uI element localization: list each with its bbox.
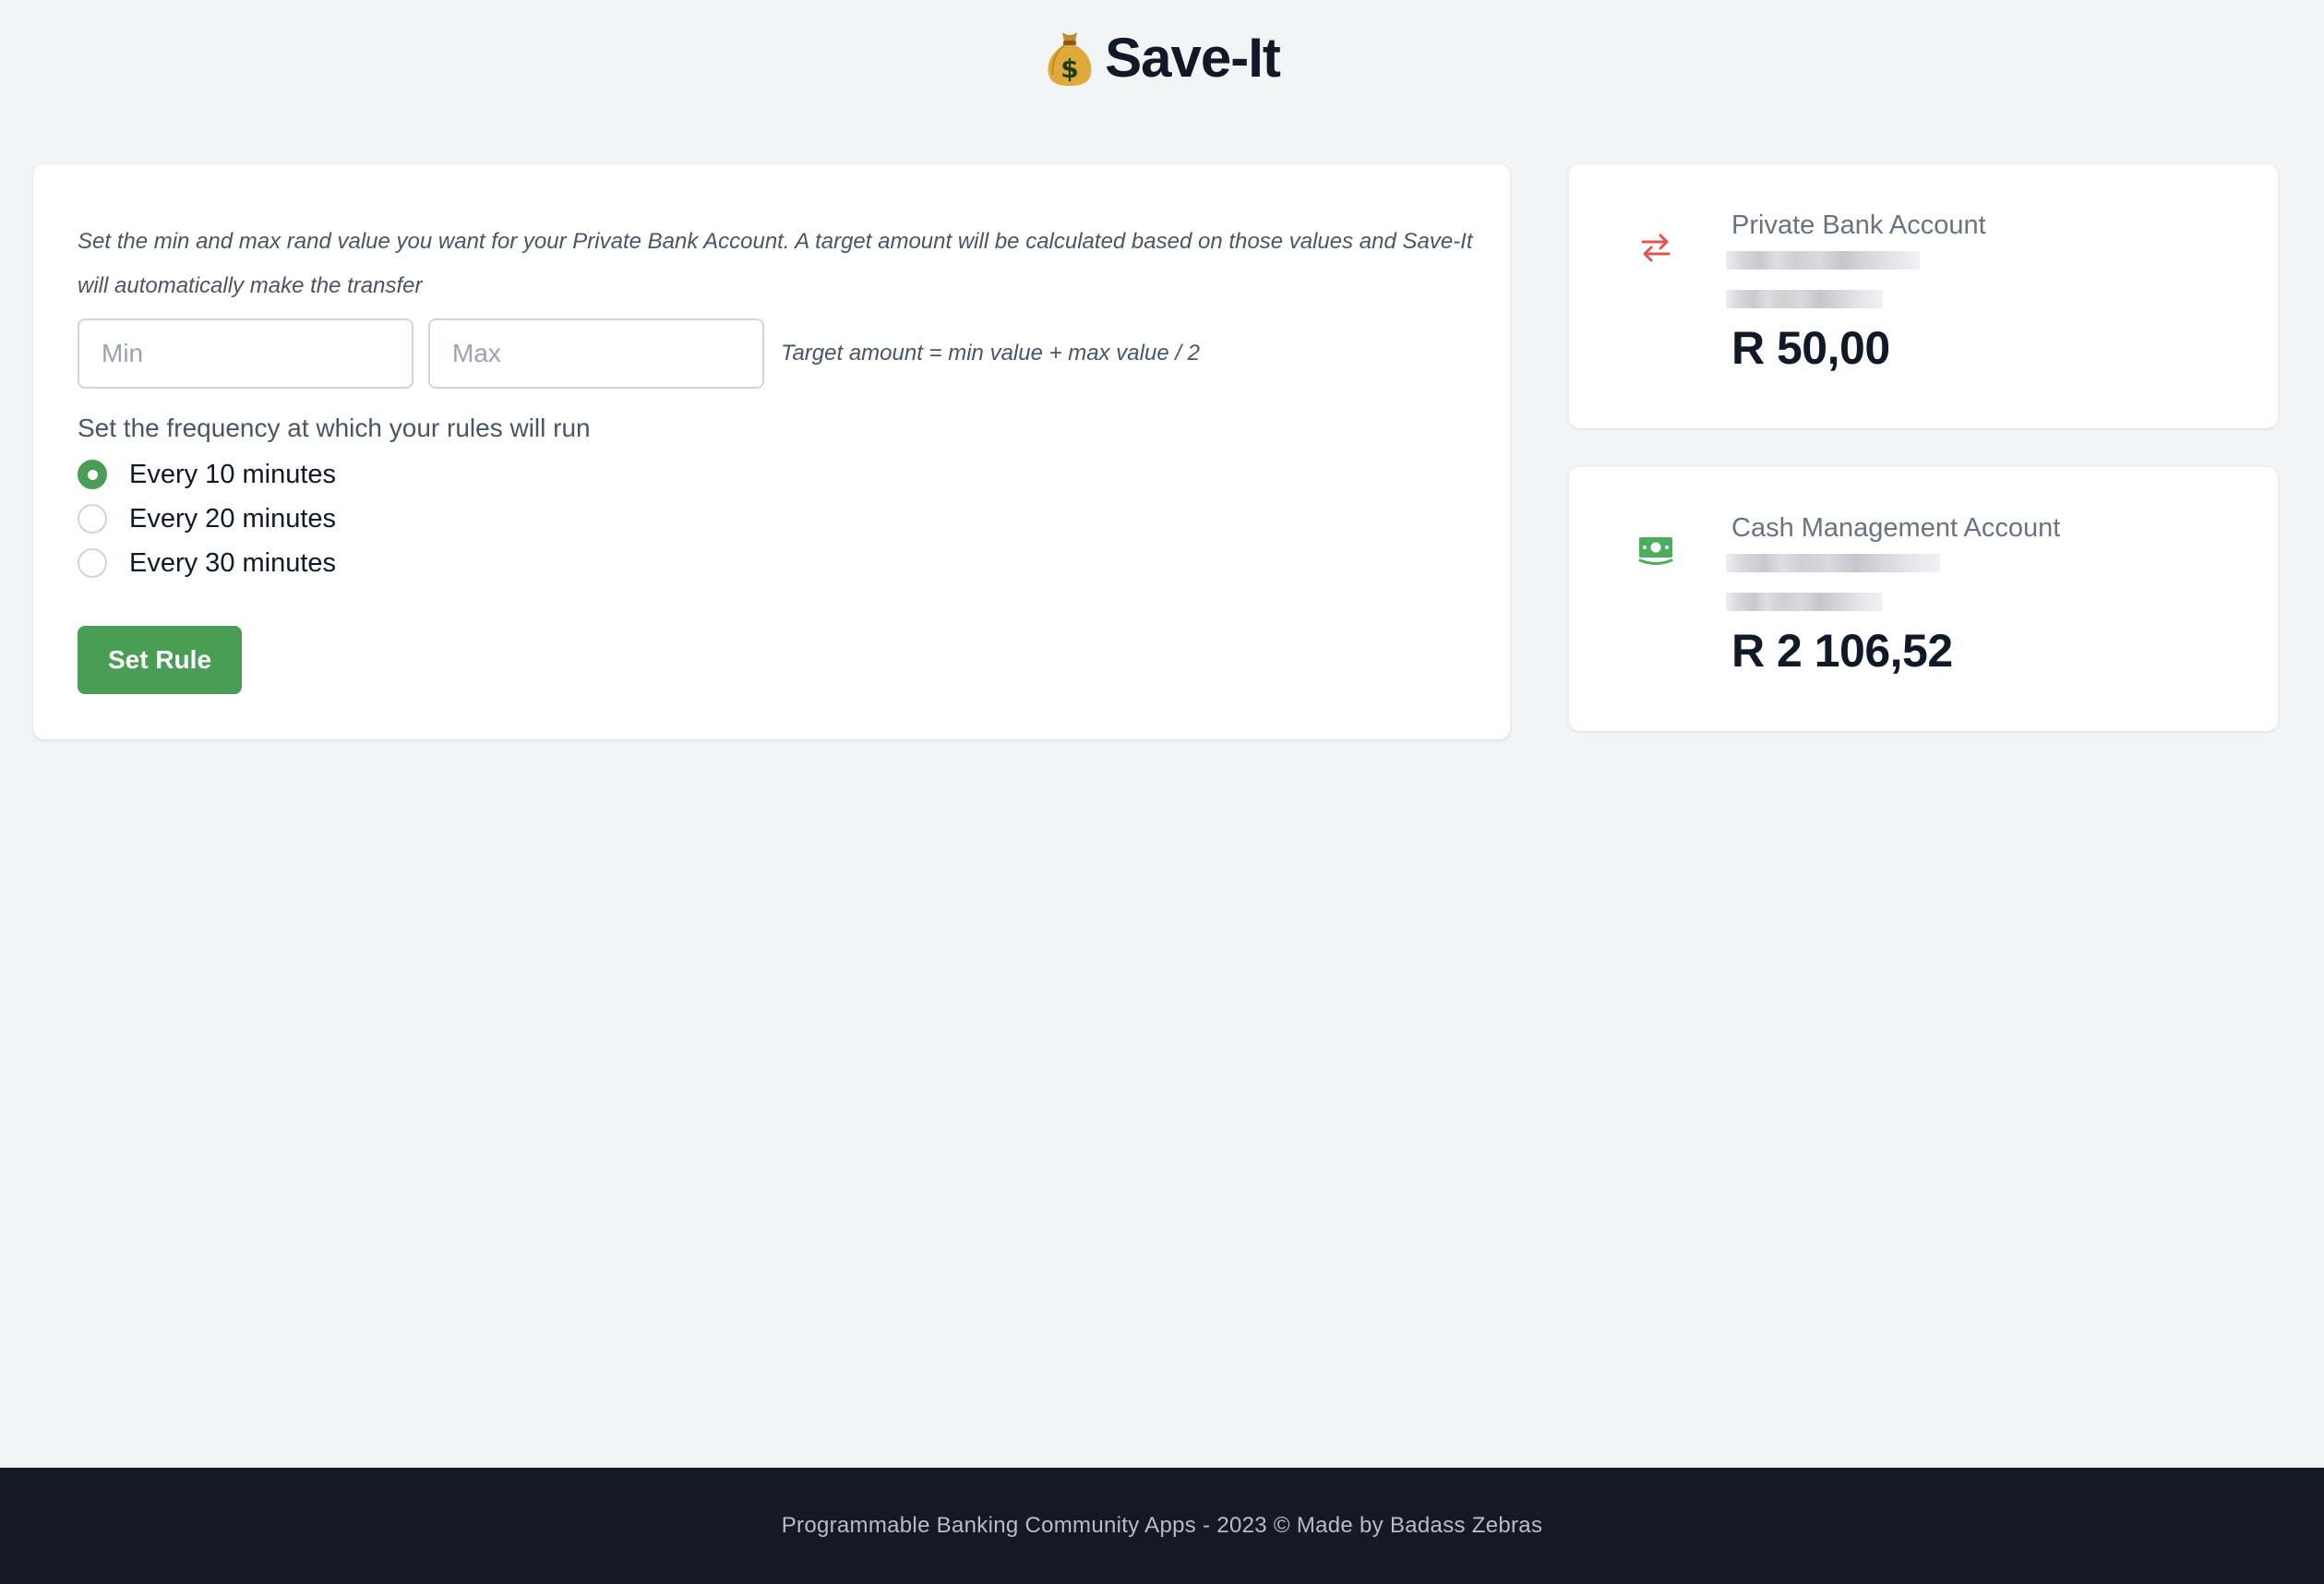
account-name: Private Bank Account: [1731, 210, 1986, 240]
frequency-option-20[interactable]: Every 20 minutes: [78, 497, 336, 541]
frequency-option-label: Every 20 minutes: [129, 503, 337, 534]
account-balance: R 50,00: [1731, 322, 1890, 374]
account-balance: R 2 106,52: [1731, 625, 1953, 677]
account-name: Cash Management Account: [1731, 513, 2061, 543]
frequency-label: Set the frequency at which your rules wi…: [78, 414, 591, 442]
redacted-account-detail: [1726, 251, 1920, 270]
transfer-arrows-icon: [1637, 229, 1674, 266]
redacted-account-number: [1726, 593, 1883, 611]
set-rule-button[interactable]: Set Rule: [78, 626, 242, 694]
rule-settings-card: Set the min and max rand value you want …: [33, 164, 1510, 739]
rule-description: Set the min and max rand value you want …: [78, 229, 1473, 298]
radio-button[interactable]: [78, 548, 107, 578]
app-title: Save-It: [1105, 26, 1281, 89]
banknote-icon: [1637, 532, 1674, 569]
page-footer: Programmable Banking Community Apps - 20…: [0, 1468, 2324, 1584]
frequency-option-label: Every 30 minutes: [129, 547, 337, 578]
frequency-option-10[interactable]: Every 10 minutes: [78, 452, 336, 497]
radio-button-checked[interactable]: [78, 460, 107, 489]
frequency-radio-group: Every 10 minutes Every 20 minutes Every …: [78, 452, 336, 585]
account-card-private-bank[interactable]: Private Bank Account R 50,00: [1569, 164, 2278, 428]
money-bag-icon: $: [1044, 27, 1096, 88]
frequency-option-label: Every 10 minutes: [129, 459, 337, 489]
footer-text: Programmable Banking Community Apps - 20…: [781, 1513, 1543, 1538]
radio-button[interactable]: [78, 504, 107, 534]
frequency-option-30[interactable]: Every 30 minutes: [78, 541, 336, 585]
account-card-cash-management[interactable]: Cash Management Account R 2 106,52: [1569, 467, 2278, 731]
redacted-account-detail: [1726, 554, 1940, 572]
app-header: $ Save-It: [0, 20, 2324, 94]
min-max-input-row: Target amount = min value + max value / …: [78, 318, 1200, 389]
target-formula-hint: Target amount = min value + max value / …: [781, 341, 1201, 366]
min-input[interactable]: [78, 318, 413, 389]
max-input[interactable]: [428, 318, 764, 389]
svg-text:$: $: [1060, 54, 1078, 84]
redacted-account-number: [1726, 290, 1883, 308]
